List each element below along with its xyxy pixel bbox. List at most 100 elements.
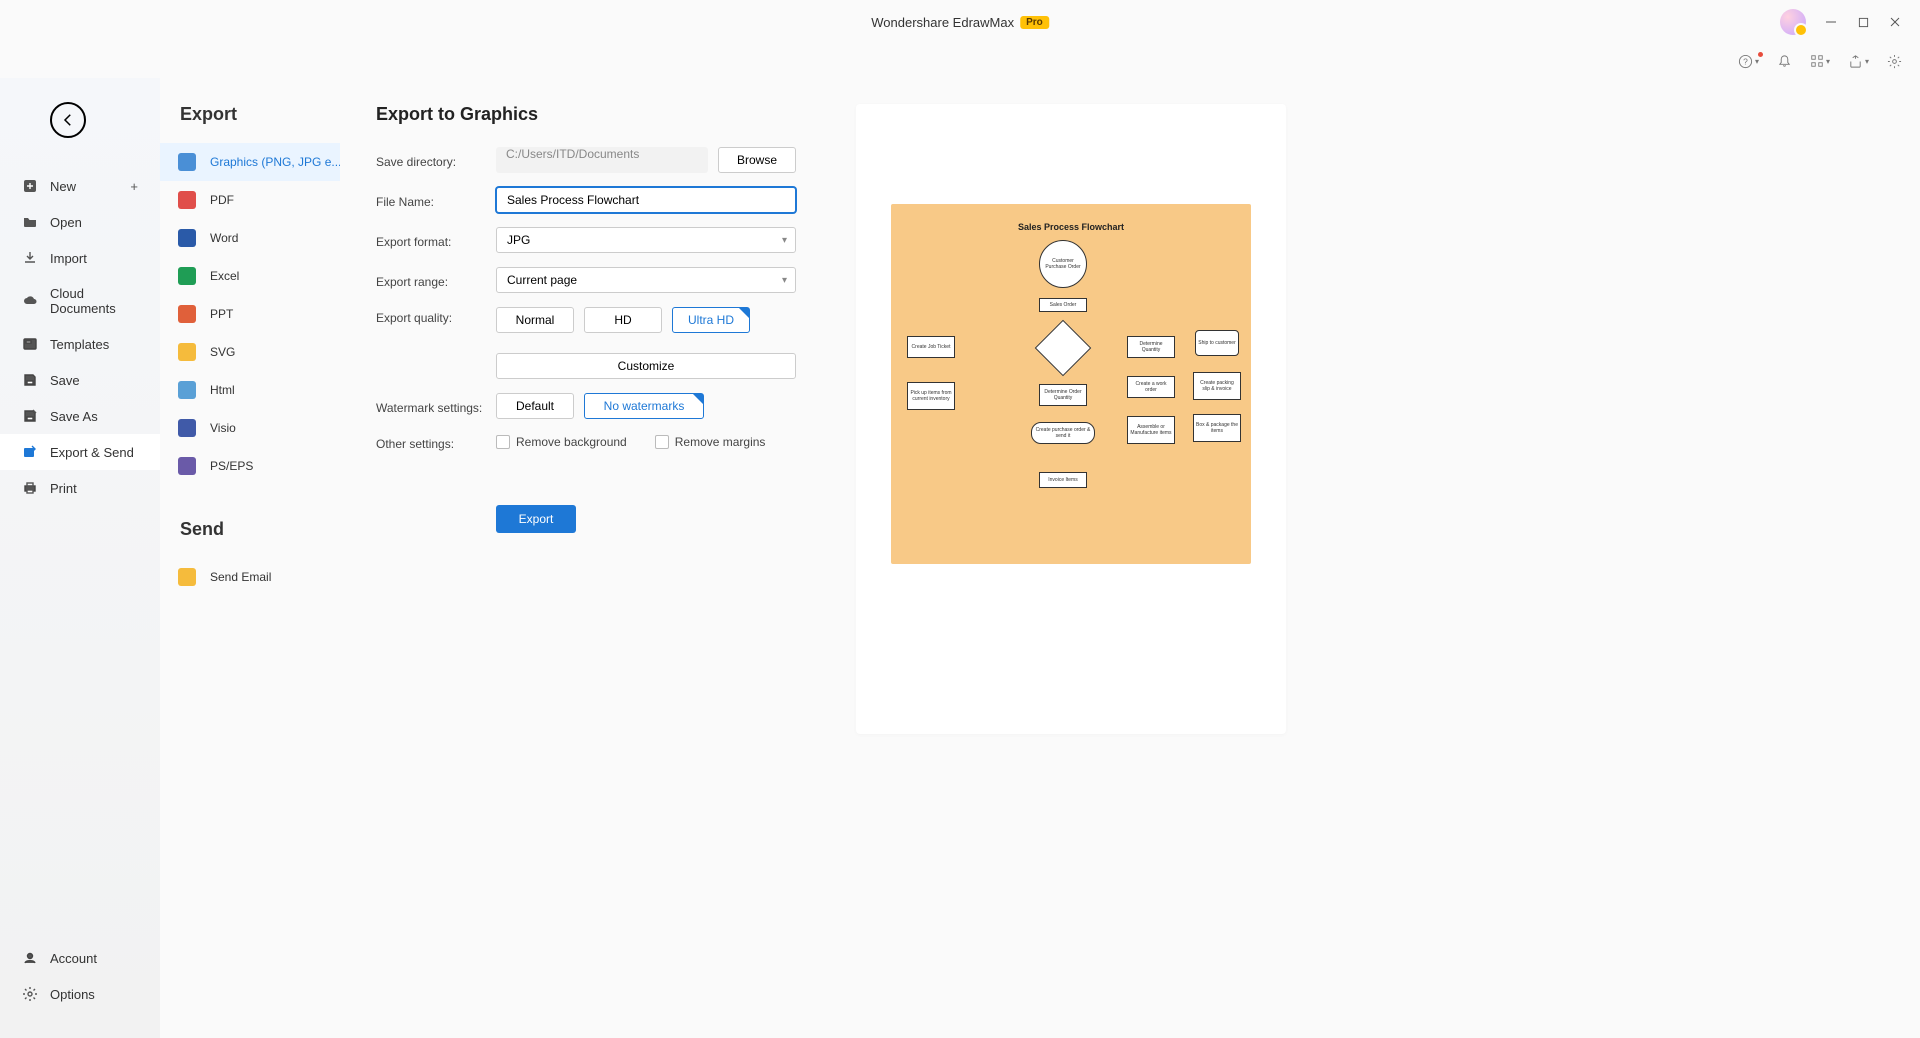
- export-type-label: PDF: [210, 193, 234, 207]
- preview-node: Create packing slip & invoice: [1193, 372, 1241, 400]
- export-type-html[interactable]: Html: [160, 371, 340, 409]
- sidebar-item-new[interactable]: New +: [0, 168, 160, 204]
- sidebar-item-print[interactable]: Print: [0, 470, 160, 506]
- primary-sidebar: New + Open Import Cloud Documents Templates Sa…: [0, 78, 160, 1038]
- qr-icon[interactable]: ▾: [1810, 54, 1830, 68]
- download-icon: [22, 250, 38, 266]
- preview-node: [1035, 320, 1092, 377]
- print-icon: [22, 480, 38, 496]
- preview-node: Create purchase order & send it: [1031, 422, 1095, 444]
- file-type-icon: [178, 381, 196, 399]
- cloud-icon: [22, 293, 38, 309]
- preview-node: Assemble or Manufacture items: [1127, 416, 1175, 444]
- preview-node: Determine Order Quantity: [1039, 384, 1087, 406]
- sidebar-item-label: Export & Send: [50, 445, 134, 460]
- page-title: Export to Graphics: [376, 104, 796, 125]
- export-format-select[interactable]: JPG: [496, 227, 796, 253]
- avatar-icon[interactable]: [1780, 9, 1806, 35]
- preview-node: Pick up items from current inventory: [907, 382, 955, 410]
- sidebar-item-label: New: [50, 179, 76, 194]
- export-type-sidebar: Export Graphics (PNG, JPG e... PDF Word Exc…: [160, 78, 340, 1038]
- export-range-select[interactable]: Current page: [496, 267, 796, 293]
- quality-normal-button[interactable]: Normal: [496, 307, 574, 333]
- export-type-label: PS/EPS: [210, 459, 253, 473]
- file-type-icon: [178, 153, 196, 171]
- export-type-label: Graphics (PNG, JPG e...: [210, 155, 340, 169]
- preview-node: Customer Purchase Order: [1039, 240, 1087, 288]
- sidebar-item-account[interactable]: Account: [0, 940, 160, 976]
- sidebar-item-label: Save As: [50, 409, 98, 424]
- plus-icon[interactable]: +: [130, 179, 138, 194]
- preview-title: Sales Process Flowchart: [891, 222, 1251, 232]
- export-type-ps-eps[interactable]: PS/EPS: [160, 447, 340, 485]
- label-other-settings: Other settings:: [376, 433, 496, 451]
- help-icon[interactable]: ?▾: [1738, 54, 1759, 69]
- send-section-title: Send: [160, 485, 340, 558]
- sidebar-item-save-as[interactable]: Save As: [0, 398, 160, 434]
- folder-icon: [22, 214, 38, 230]
- settings-gear-icon[interactable]: [1887, 54, 1902, 69]
- remove-background-checkbox[interactable]: Remove background: [496, 435, 627, 449]
- preview-node: Box & package the items: [1193, 414, 1241, 442]
- watermark-none-button[interactable]: No watermarks: [584, 393, 704, 419]
- sidebar-item-import[interactable]: Import: [0, 240, 160, 276]
- share-icon[interactable]: ▾: [1848, 54, 1869, 69]
- file-type-icon: [178, 568, 196, 586]
- export-type-graphics-png-jpg-e-[interactable]: Graphics (PNG, JPG e...: [160, 143, 340, 181]
- export-section-title: Export: [160, 104, 340, 143]
- export-type-svg[interactable]: SVG: [160, 333, 340, 371]
- browse-button[interactable]: Browse: [718, 147, 796, 173]
- export-type-send-email[interactable]: Send Email: [160, 558, 340, 596]
- toolbar-row: ?▾ ▾ ▾: [0, 44, 1920, 78]
- label-file-name: File Name:: [376, 191, 496, 209]
- template-icon: [22, 336, 38, 352]
- remove-margins-checkbox[interactable]: Remove margins: [655, 435, 766, 449]
- sidebar-item-label: Templates: [50, 337, 109, 352]
- file-type-icon: [178, 343, 196, 361]
- preview-node: Sales Order: [1039, 298, 1087, 312]
- watermark-default-button[interactable]: Default: [496, 393, 574, 419]
- sidebar-item-label: Import: [50, 251, 87, 266]
- sidebar-item-cloud-documents[interactable]: Cloud Documents: [0, 276, 160, 326]
- preview-image: Sales Process Flowchart Customer Purchas…: [891, 204, 1251, 564]
- bell-icon[interactable]: [1777, 54, 1792, 69]
- file-type-icon: [178, 457, 196, 475]
- sidebar-item-label: Account: [50, 951, 97, 966]
- export-type-label: Send Email: [210, 570, 271, 584]
- label-export-quality: Export quality:: [376, 307, 496, 325]
- label-export-format: Export format:: [376, 231, 496, 249]
- file-name-input[interactable]: [496, 187, 796, 213]
- export-type-label: Excel: [210, 269, 239, 283]
- account-icon: [22, 950, 38, 966]
- export-button[interactable]: Export: [496, 505, 576, 533]
- plus-square-icon: [22, 178, 38, 194]
- file-type-icon: [178, 229, 196, 247]
- close-button[interactable]: [1888, 15, 1902, 29]
- sidebar-item-options[interactable]: Options: [0, 976, 160, 1012]
- file-type-icon: [178, 419, 196, 437]
- sidebar-item-export-send[interactable]: Export & Send: [0, 434, 160, 470]
- sidebar-item-templates[interactable]: Templates: [0, 326, 160, 362]
- export-type-ppt[interactable]: PPT: [160, 295, 340, 333]
- quality-customize-button[interactable]: Customize: [496, 353, 796, 379]
- minimize-button[interactable]: [1824, 15, 1838, 29]
- back-button[interactable]: [50, 102, 86, 138]
- export-type-word[interactable]: Word: [160, 219, 340, 257]
- export-type-label: Word: [210, 231, 238, 245]
- preview-panel: Sales Process Flowchart Customer Purchas…: [856, 104, 1286, 734]
- app-title-text: Wondershare EdrawMax: [871, 15, 1014, 30]
- maximize-button[interactable]: [1856, 15, 1870, 29]
- sidebar-item-save[interactable]: Save: [0, 362, 160, 398]
- quality-ultra-hd-button[interactable]: Ultra HD: [672, 307, 750, 333]
- export-type-excel[interactable]: Excel: [160, 257, 340, 295]
- export-type-label: Html: [210, 383, 235, 397]
- export-type-pdf[interactable]: PDF: [160, 181, 340, 219]
- export-type-visio[interactable]: Visio: [160, 409, 340, 447]
- sidebar-item-open[interactable]: Open: [0, 204, 160, 240]
- preview-node: Create Job Ticket: [907, 336, 955, 358]
- export-type-label: Visio: [210, 421, 236, 435]
- preview-node: Determine Quantity: [1127, 336, 1175, 358]
- save-as-icon: [22, 408, 38, 424]
- quality-hd-button[interactable]: HD: [584, 307, 662, 333]
- svg-text:?: ?: [1743, 56, 1748, 66]
